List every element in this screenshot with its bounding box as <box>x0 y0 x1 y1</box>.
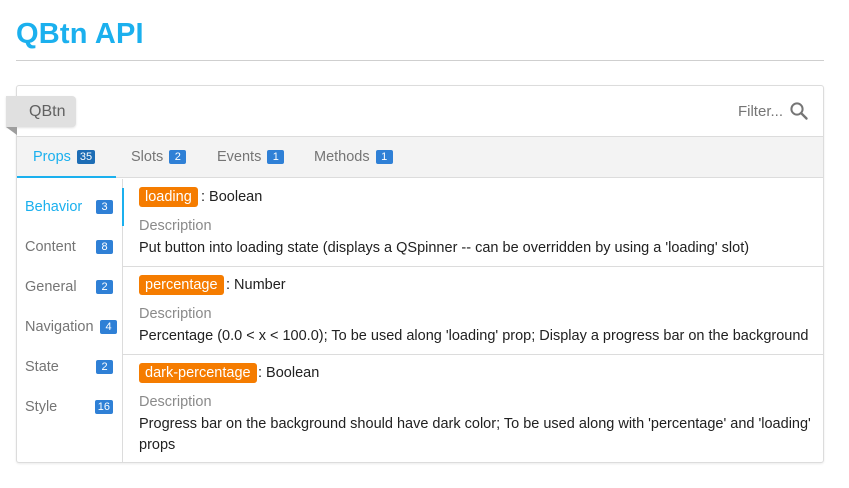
tab-label: Events <box>217 149 262 165</box>
prop-description: Percentage (0.0 < x < 100.0); To be used… <box>139 328 809 344</box>
tab-props[interactable]: Props 35 <box>17 137 116 178</box>
filter-field[interactable] <box>693 101 809 121</box>
tab-events[interactable]: Events 1 <box>217 137 285 177</box>
tab-count-badge: 2 <box>169 150 187 164</box>
search-icon[interactable] <box>789 101 809 121</box>
prop-item-percentage: percentage : Number Description Percenta… <box>123 267 823 355</box>
sidebar-count-badge: 3 <box>96 200 113 214</box>
sidebar-count-badge: 2 <box>96 280 113 294</box>
sidebar-item-state[interactable]: State 2 <box>17 347 123 387</box>
description-label: Description <box>139 218 212 234</box>
tab-count-badge: 1 <box>375 150 393 164</box>
tab-slots[interactable]: Slots 2 <box>131 137 187 177</box>
page-title: QBtn API <box>16 18 144 50</box>
tab-label: Props <box>33 148 71 165</box>
sidebar-item-style[interactable]: Style 16 <box>17 387 123 427</box>
tab-label: Slots <box>131 149 164 165</box>
sidebar-item-label: Style <box>25 399 58 415</box>
tab-count-badge: 1 <box>267 150 285 164</box>
prop-item-dark-percentage: dark-percentage : Boolean Description Pr… <box>123 355 823 463</box>
tab-methods[interactable]: Methods 1 <box>314 137 393 177</box>
chip-corner <box>6 127 17 135</box>
sidebar-item-label: State <box>25 359 59 375</box>
sidebar-item-label: Content <box>25 239 76 255</box>
api-tabs: Props 35 Slots 2 Events 1 Methods 1 <box>17 137 823 178</box>
component-chip: QBtn <box>6 96 76 127</box>
tab-label: Methods <box>314 149 370 165</box>
description-label: Description <box>139 306 212 322</box>
prop-item-loading: loading : Boolean Description Put button… <box>123 179 823 267</box>
sidebar-item-navigation[interactable]: Navigation 4 <box>17 307 123 347</box>
prop-type: : Boolean <box>258 365 320 381</box>
sidebar-count-badge: 4 <box>100 320 117 334</box>
prop-type: : Boolean <box>201 189 263 205</box>
sidebar-count-badge: 2 <box>96 360 113 374</box>
prop-name: dark-percentage <box>139 363 257 383</box>
category-sidebar: Behavior 3 Content 8 General 2 Navigatio… <box>17 179 124 463</box>
filter-input[interactable] <box>693 102 783 120</box>
sidebar-count-badge: 16 <box>94 400 113 414</box>
title-divider <box>16 60 824 61</box>
prop-description: Put button into loading state (displays … <box>139 240 750 256</box>
sidebar-item-label: Navigation <box>25 319 94 335</box>
api-card: QBtn Props 35 Slots 2 Events 1 Methods <box>6 85 824 463</box>
prop-name: loading <box>139 187 198 207</box>
prop-name: percentage <box>139 275 224 295</box>
card-header: QBtn <box>6 86 823 137</box>
description-label: Description <box>139 394 212 410</box>
sidebar-item-label: Behavior <box>25 199 83 215</box>
tab-count-badge: 35 <box>76 149 96 164</box>
sidebar-item-label: General <box>25 279 77 295</box>
sidebar-item-content[interactable]: Content 8 <box>17 227 123 267</box>
prop-type: : Number <box>226 277 286 293</box>
prop-description: Progress bar on the background should ha… <box>139 416 811 453</box>
sidebar-item-behavior[interactable]: Behavior 3 <box>17 187 124 227</box>
sidebar-count-badge: 8 <box>96 240 113 254</box>
sidebar-item-general[interactable]: General 2 <box>17 267 123 307</box>
